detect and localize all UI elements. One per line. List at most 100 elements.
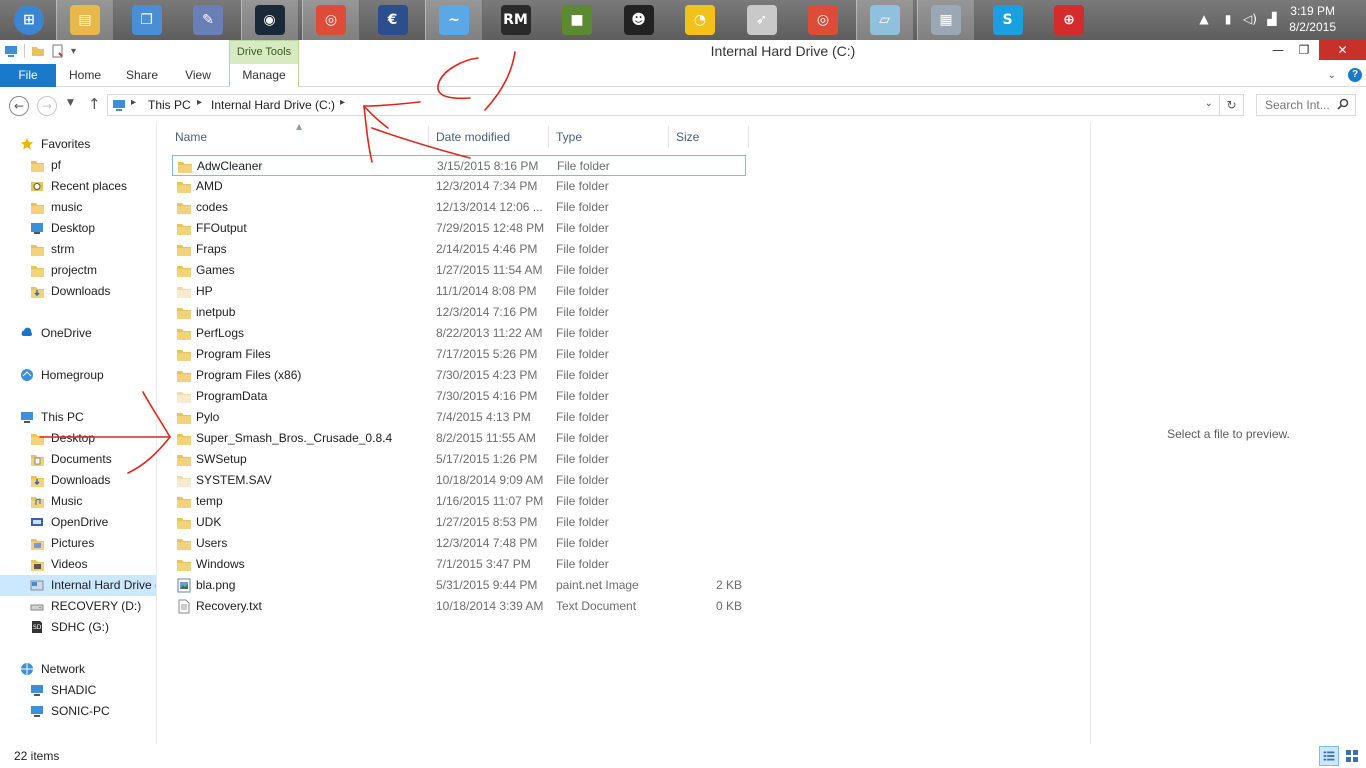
back-button[interactable]: ←	[9, 96, 29, 116]
file-row[interactable]: HP 11/1/2014 8:08 PM File folder	[172, 281, 746, 302]
nav-item-desktop[interactable]: Desktop	[0, 218, 156, 239]
nav-item-downloads[interactable]: Downloads	[0, 281, 156, 302]
file-row[interactable]: Recovery.txt 10/18/2014 3:39 AM Text Docum…	[172, 596, 746, 617]
tab-home[interactable]: Home	[60, 64, 110, 87]
address-dropdown-icon[interactable]: ⌄	[1205, 98, 1213, 109]
tab-manage[interactable]: Manage	[229, 64, 299, 87]
signal-icon[interactable]: ▟	[1264, 11, 1280, 27]
file-row[interactable]: Program Files (x86) 7/30/2015 4:23 PM File…	[172, 365, 746, 386]
file-row[interactable]: Super_Smash_Bros._Crusade_0.8.4 8/2/2015 …	[172, 428, 746, 449]
column-header-type[interactable]: Type	[556, 128, 666, 146]
breadcrumb-this-pc[interactable]: This PC	[148, 98, 191, 112]
column-divider[interactable]	[748, 126, 749, 148]
large-icons-view-icon[interactable]	[1342, 746, 1362, 766]
expand-ribbon-icon[interactable]: ⌄	[1328, 70, 1336, 81]
file-row[interactable]: bla.png 5/31/2015 9:44 PM paint.net Image 2…	[172, 575, 746, 596]
nav-item-desktop[interactable]: Desktop	[0, 428, 156, 449]
taskbar-button-file-explorer[interactable]: ▤	[56, 0, 114, 40]
nav-item-downloads[interactable]: Downloads	[0, 470, 156, 491]
nav-item-videos[interactable]: Videos	[0, 554, 156, 575]
taskbar-button-steam[interactable]: ◉	[240, 0, 299, 40]
maximize-button[interactable]: ❐	[1291, 40, 1317, 60]
taskbar-button-skype[interactable]: S	[979, 0, 1037, 40]
up-arrow-icon[interactable]: ↑	[88, 95, 101, 113]
taskbar-button-app-cyan[interactable]: ▱	[855, 0, 914, 40]
nav-item-strm[interactable]: strm	[0, 239, 156, 260]
nav-item-homegroup[interactable]: Homegroup	[0, 365, 156, 386]
speaker-icon[interactable]: ◁)	[1242, 11, 1258, 27]
taskbar-button-chrome-2[interactable]: ◎	[794, 0, 852, 40]
power-icon[interactable]: ▮	[1220, 11, 1236, 27]
file-row[interactable]: Pylo 7/4/2015 4:13 PM File folder	[172, 407, 746, 428]
nav-item-music[interactable]: Music	[0, 491, 156, 512]
taskbar-button-resource-monitor[interactable]: ▦	[917, 0, 975, 40]
file-row[interactable]: AMD 12/3/2014 7:34 PM File folder	[172, 176, 746, 197]
column-divider[interactable]	[668, 126, 669, 148]
taskbar-button-smash[interactable]: ⊕	[1040, 0, 1098, 40]
nav-item-pictures[interactable]: Pictures	[0, 533, 156, 554]
column-header-date[interactable]: Date modified	[436, 128, 546, 146]
search-input[interactable]	[1257, 95, 1333, 115]
file-row[interactable]: PerfLogs 8/22/2013 11:22 AM File folder	[172, 323, 746, 344]
search-icon[interactable]	[1337, 98, 1349, 110]
nav-item-recovery-d[interactable]: RECOVERY (D:)	[0, 596, 156, 617]
taskbar-button-rpg-maker[interactable]: RM	[487, 0, 545, 40]
taskbar-button-pacman[interactable]: ◔	[671, 0, 729, 40]
minimize-button[interactable]: —	[1265, 40, 1291, 60]
file-row[interactable]: inetpub 12/3/2014 7:16 PM File folder	[172, 302, 746, 323]
help-icon[interactable]: ?	[1348, 68, 1362, 82]
taskbar-button-ccleaner[interactable]: €	[364, 0, 422, 40]
nav-item-projectm[interactable]: projectm	[0, 260, 156, 281]
chevron-up-icon[interactable]: ▲	[1196, 11, 1212, 27]
nav-item-network[interactable]: Network	[0, 659, 156, 680]
file-row[interactable]: Fraps 2/14/2015 4:46 PM File folder	[172, 239, 746, 260]
nav-item-shadic[interactable]: SHADIC	[0, 680, 156, 701]
column-divider[interactable]	[548, 126, 549, 148]
file-row[interactable]: SWSetup 5/17/2015 1:26 PM File folder	[172, 449, 746, 470]
file-row[interactable]: SYSTEM.SAV 10/18/2014 9:09 AM File folder	[172, 470, 746, 491]
nav-item-opendrive[interactable]: OpenDrive	[0, 512, 156, 533]
chevron-right-icon[interactable]: ▸	[340, 97, 345, 108]
nav-item-sdhc-g[interactable]: SD SDHC (G:)	[0, 617, 156, 638]
file-row[interactable]: Games 1/27/2015 11:54 AM File folder	[172, 260, 746, 281]
nav-item-pf[interactable]: pf	[0, 155, 156, 176]
tab-file[interactable]: File	[0, 64, 56, 87]
chevron-right-icon[interactable]: ▸	[197, 97, 202, 108]
file-row[interactable]: FFOutput 7/29/2015 12:48 PM File folder	[172, 218, 746, 239]
close-button[interactable]: ✕	[1319, 40, 1366, 60]
address-bar[interactable]: ▸ This PC ▸ Internal Hard Drive (C:) ▸ ⌄	[107, 94, 1220, 116]
file-row[interactable]: codes 12/13/2014 12:06 ... File folder	[172, 197, 746, 218]
file-row[interactable]: Windows 7/1/2015 3:47 PM File folder	[172, 554, 746, 575]
file-row[interactable]: Users 12/3/2014 7:48 PM File folder	[172, 533, 746, 554]
chevron-right-icon[interactable]: ▸	[131, 97, 136, 108]
nav-item-favorites[interactable]: Favorites	[0, 134, 156, 155]
nav-item-sonic-pc[interactable]: SONIC-PC	[0, 701, 156, 722]
taskbar-button-rocket-app[interactable]: ➶	[733, 0, 791, 40]
nav-item-this-pc[interactable]: This PC	[0, 407, 156, 428]
file-row[interactable]: AdwCleaner 3/15/2015 8:16 PM File folder	[172, 155, 746, 176]
details-view-icon[interactable]	[1319, 746, 1339, 766]
file-row[interactable]: UDK 1/27/2015 8:53 PM File folder	[172, 512, 746, 533]
tab-share[interactable]: Share	[118, 64, 166, 87]
file-row[interactable]: ProgramData 7/30/2015 4:16 PM File folder	[172, 386, 746, 407]
nav-item-recent-places[interactable]: Recent places	[0, 176, 156, 197]
column-header-size[interactable]: Size	[676, 128, 746, 146]
taskbar-button-dolphin[interactable]: ~	[425, 0, 483, 40]
taskbar-button-minecraft[interactable]: ■	[548, 0, 606, 40]
nav-item-music[interactable]: music	[0, 197, 156, 218]
column-divider[interactable]	[428, 126, 429, 148]
nav-item-documents[interactable]: Documents	[0, 449, 156, 470]
nav-item-onedrive[interactable]: OneDrive	[0, 323, 156, 344]
taskbar-button-chrome[interactable]: ◎	[302, 0, 360, 40]
taskbar-button-app-blue[interactable]: ❐	[118, 0, 176, 40]
taskbar-button-face-app[interactable]: ☻	[610, 0, 668, 40]
taskbar-button-start[interactable]: ⊞	[0, 0, 58, 40]
tab-view[interactable]: View	[174, 64, 222, 87]
breadcrumb-drive[interactable]: Internal Hard Drive (C:)	[211, 98, 335, 112]
taskbar-button-paint-app[interactable]: ✎	[179, 0, 237, 40]
nav-item-internal-hard-drive[interactable]: Internal Hard Drive (	[0, 575, 156, 596]
clock[interactable]: 3:19 PM 8/2/2015	[1289, 3, 1336, 35]
refresh-button[interactable]: ↻	[1220, 94, 1244, 116]
file-row[interactable]: Program Files 7/17/2015 5:26 PM File folde…	[172, 344, 746, 365]
recent-locations-icon[interactable]: ▼	[67, 98, 74, 108]
